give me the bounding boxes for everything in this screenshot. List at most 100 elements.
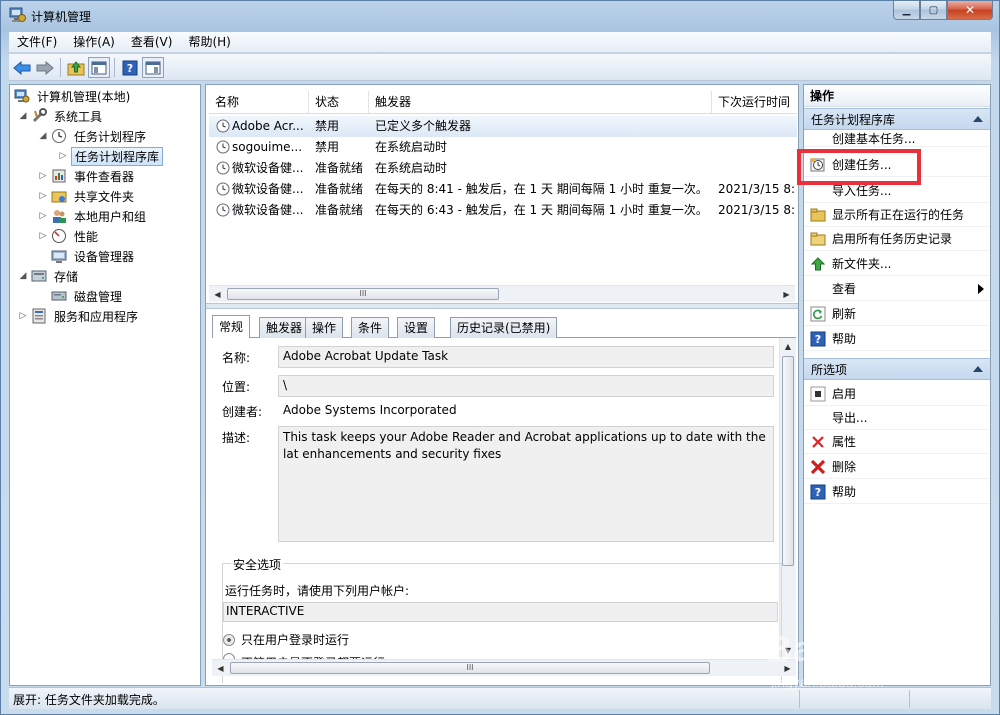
- scroll-up-icon[interactable]: ▲: [780, 338, 796, 354]
- forward-button[interactable]: [34, 57, 56, 78]
- action-enable[interactable]: 启用: [804, 382, 990, 406]
- tree-item-root[interactable]: 计算机管理(本地): [14, 86, 133, 106]
- tab-conditions[interactable]: 条件: [351, 317, 390, 338]
- close-button[interactable]: ✕: [947, 1, 993, 20]
- action-help-selected[interactable]: ? 帮助: [804, 480, 990, 504]
- column-header-status[interactable]: 状态: [309, 91, 369, 113]
- back-button[interactable]: [11, 57, 33, 78]
- task-list-hscrollbar[interactable]: ◀ III ▶: [209, 285, 795, 302]
- run-as-user-field[interactable]: INTERACTIVE: [223, 602, 778, 622]
- task-row[interactable]: sogouime... 禁用 在系统启动时: [209, 137, 797, 158]
- tree-item-event-viewer[interactable]: ▷ 事件查看器: [38, 166, 137, 186]
- author-field[interactable]: Adobe Systems Incorporated: [278, 400, 774, 422]
- svg-text:?: ?: [127, 62, 133, 75]
- task-clock-icon: [216, 140, 230, 154]
- back-arrow-icon: [13, 60, 31, 75]
- caption-buttons: ▁ ▢ ✕: [893, 1, 993, 21]
- scroll-left-icon[interactable]: ◀: [212, 660, 229, 676]
- scroll-thumb[interactable]: III: [227, 288, 499, 300]
- expand-icon[interactable]: ▷: [38, 231, 48, 241]
- location-field[interactable]: \: [278, 375, 774, 397]
- toolbar: ?: [9, 54, 991, 81]
- scroll-thumb[interactable]: [782, 356, 794, 566]
- tree-item-local-users[interactable]: ▷ 本地用户和组: [38, 206, 149, 226]
- task-name: 微软设备健...: [232, 182, 304, 196]
- action-export[interactable]: 导出...: [804, 406, 990, 430]
- action-delete[interactable]: 删除: [804, 455, 990, 479]
- collapse-icon[interactable]: ◢: [18, 271, 28, 281]
- tree-item-shared-folders[interactable]: ▷ 共享文件夹: [38, 186, 137, 206]
- tree-item-device-manager[interactable]: 设备管理器: [51, 246, 137, 266]
- tree-item-task-scheduler-library[interactable]: ▷ 任务计划程序库: [58, 146, 164, 166]
- name-field[interactable]: Adobe Acrobat Update Task: [278, 346, 774, 368]
- tab-triggers[interactable]: 触发器: [259, 317, 310, 338]
- action-label: 刷新: [832, 307, 857, 321]
- task-name: 微软设备健...: [232, 161, 304, 175]
- maximize-button[interactable]: ▢: [920, 1, 947, 20]
- show-hide-action-pane-button[interactable]: [142, 57, 164, 78]
- collapse-up-icon[interactable]: [973, 116, 983, 122]
- actions-section-library[interactable]: 任务计划程序库: [804, 108, 990, 130]
- tree-item-disk-management[interactable]: 磁盘管理: [51, 286, 125, 306]
- task-tabs: 常规 触发器 操作 条件 设置 历史记录(已禁用): [212, 315, 796, 339]
- expand-icon[interactable]: ▷: [18, 311, 28, 321]
- column-header-next-run[interactable]: 下次运行时间: [712, 91, 797, 113]
- tree-item-task-scheduler[interactable]: ◢ 任务计划程序: [38, 126, 149, 146]
- action-new-folder[interactable]: 新文件夹...: [804, 252, 990, 276]
- radio-logged-on[interactable]: 只在用户登录时运行: [223, 631, 349, 648]
- menu-view[interactable]: 查看(V): [123, 32, 181, 52]
- help-button[interactable]: ?: [119, 57, 141, 78]
- tree-item-services-apps[interactable]: ▷ 服务和应用程序: [18, 306, 141, 326]
- expand-icon[interactable]: ▷: [38, 211, 48, 221]
- tab-general[interactable]: 常规: [212, 315, 251, 339]
- action-label: 创建基本任务...: [832, 132, 916, 146]
- task-row[interactable]: 微软设备健... 准备就绪 在每天的 8:41 - 触发后，在 1 天 期间每隔…: [209, 179, 797, 200]
- action-refresh[interactable]: 刷新: [804, 302, 990, 326]
- minimize-button[interactable]: ▁: [893, 1, 920, 20]
- scroll-right-icon[interactable]: ▶: [778, 286, 795, 302]
- menu-action[interactable]: 操作(A): [65, 32, 123, 52]
- expand-icon[interactable]: ▷: [38, 171, 48, 181]
- scroll-left-icon[interactable]: ◀: [209, 286, 226, 302]
- task-trigger: 已定义多个触发器: [375, 119, 472, 133]
- expand-icon[interactable]: ▷: [58, 151, 68, 161]
- expand-icon[interactable]: ▷: [38, 191, 48, 201]
- menu-help[interactable]: 帮助(H): [180, 32, 238, 52]
- actions-section-selected[interactable]: 所选项: [804, 358, 990, 380]
- action-enable-history[interactable]: 启用所有任务历史记录: [804, 227, 990, 251]
- action-create-basic-task[interactable]: 创建基本任务...: [804, 131, 990, 147]
- tab-history[interactable]: 历史记录(已禁用): [450, 317, 558, 338]
- action-display-running-tasks[interactable]: 显示所有正在运行的任务: [804, 203, 990, 227]
- pane-splitter[interactable]: [206, 303, 798, 309]
- action-label: 帮助: [832, 332, 857, 346]
- task-row[interactable]: 微软设备健... 准备就绪 在系统启动时: [209, 158, 797, 179]
- action-properties[interactable]: 属性: [804, 430, 990, 454]
- scroll-thumb[interactable]: III: [230, 662, 710, 674]
- tab-actions[interactable]: 操作: [305, 317, 344, 338]
- task-row[interactable]: Adobe Acr... 禁用 已定义多个触发器: [209, 116, 797, 137]
- menu-file[interactable]: 文件(F): [9, 32, 65, 52]
- up-level-button[interactable]: [65, 57, 87, 78]
- column-header-name[interactable]: 名称: [209, 91, 309, 113]
- action-view[interactable]: 查看: [804, 277, 990, 301]
- collapse-icon[interactable]: ◢: [18, 111, 28, 121]
- title-bar[interactable]: 计算机管理 ▁ ▢ ✕: [1, 1, 999, 31]
- folder-running-icon: [810, 207, 826, 223]
- action-help[interactable]: ? 帮助: [804, 327, 990, 351]
- task-row[interactable]: 微软设备健... 准备就绪 在每天的 6:43 - 触发后，在 1 天 期间每隔…: [209, 200, 797, 221]
- computer-management-icon: [14, 88, 30, 104]
- tree-item-performance[interactable]: ▷ 性能: [38, 226, 101, 246]
- collapse-icon[interactable]: ◢: [38, 131, 48, 141]
- detail-hscrollbar[interactable]: ◀ III ▶: [212, 659, 796, 676]
- collapse-up-icon[interactable]: [973, 366, 983, 372]
- folder-up-icon: [67, 60, 85, 75]
- tree-item-system-tools[interactable]: ◢ 系统工具: [18, 106, 105, 126]
- description-field[interactable]: This task keeps your Adobe Reader and Ac…: [278, 426, 774, 542]
- tree-label: 设备管理器: [74, 249, 135, 264]
- tab-settings[interactable]: 设置: [397, 317, 436, 338]
- column-header-triggers[interactable]: 触发器: [369, 91, 712, 113]
- show-hide-tree-button[interactable]: [88, 57, 110, 78]
- tree-item-storage[interactable]: ◢ 存储: [18, 266, 81, 286]
- refresh-icon: [810, 306, 826, 322]
- forward-arrow-icon: [36, 60, 54, 75]
